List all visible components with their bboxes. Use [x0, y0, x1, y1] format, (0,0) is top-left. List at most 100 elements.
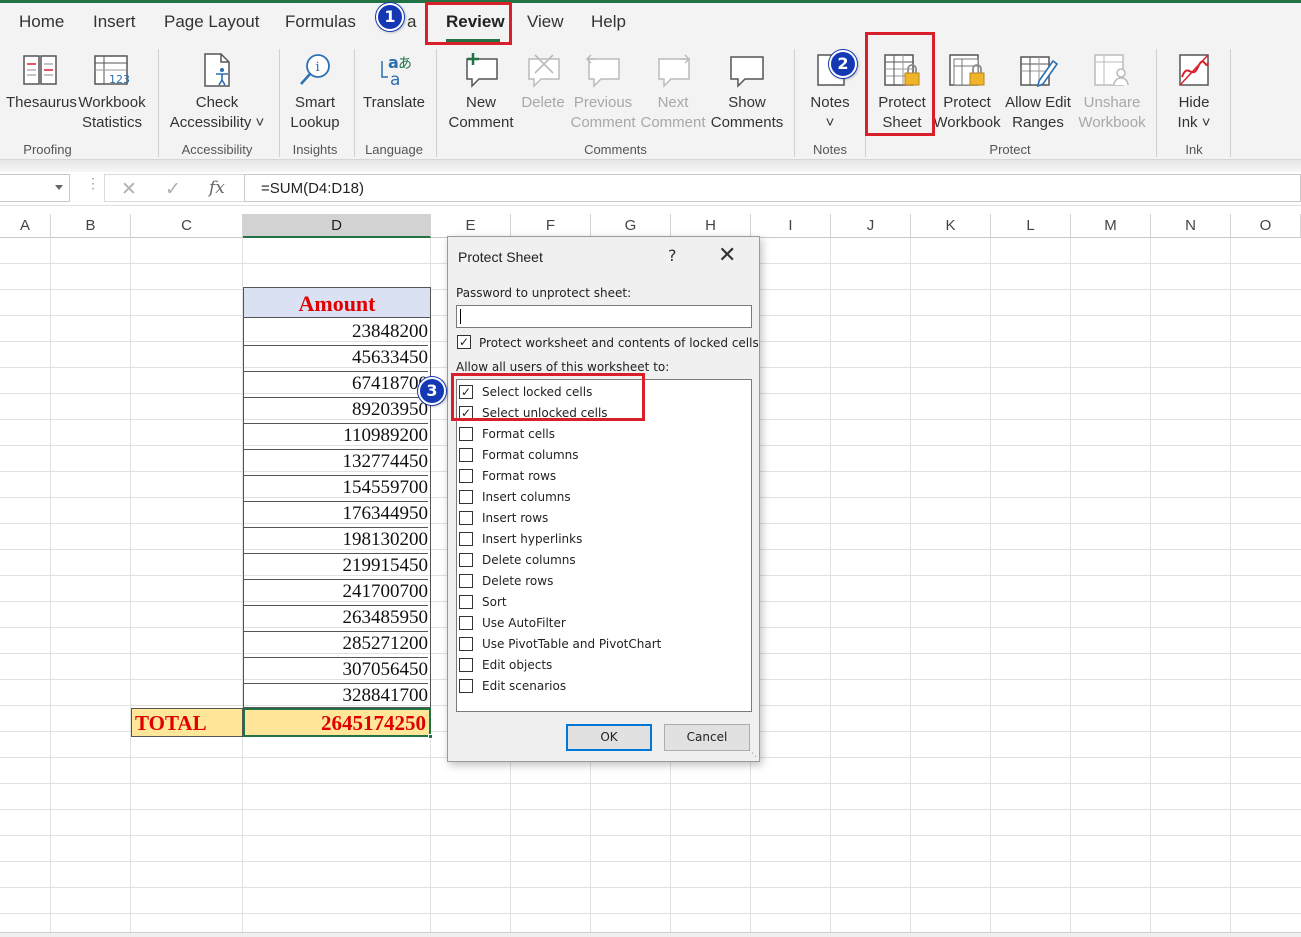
column-header-j[interactable]: J	[831, 214, 911, 238]
column-header-k[interactable]: K	[911, 214, 991, 238]
column-header-e[interactable]: E	[431, 214, 511, 238]
amount-cell[interactable]: 154559700	[243, 476, 428, 502]
next-comment-button[interactable]: Next Comment	[638, 47, 708, 133]
permission-option[interactable]: Sort	[457, 592, 747, 613]
name-box[interactable]	[0, 174, 70, 202]
protect-workbook-button[interactable]: Protect Workbook	[933, 47, 1001, 133]
resize-grip-icon[interactable]: ⋱	[748, 749, 757, 759]
ok-button[interactable]: OK	[566, 724, 652, 751]
permission-option[interactable]: Edit scenarios	[457, 676, 747, 697]
amount-cell[interactable]: 45633450	[243, 346, 428, 372]
name-box-dropdown-icon[interactable]	[55, 185, 63, 190]
amount-cell[interactable]: 176344950	[243, 502, 428, 528]
permission-checkbox[interactable]	[459, 532, 473, 546]
permission-checkbox[interactable]	[459, 658, 473, 672]
permission-option[interactable]: Insert columns	[457, 487, 747, 508]
tab-page-layout[interactable]: Page Layout	[164, 12, 259, 32]
permission-option[interactable]: Delete rows	[457, 571, 747, 592]
tab-formulas[interactable]: Formulas	[285, 12, 356, 32]
permission-checkbox[interactable]	[459, 469, 473, 483]
permission-option[interactable]: Format rows	[457, 466, 747, 487]
unshare-workbook-button[interactable]: Unshare Workbook	[1076, 47, 1148, 133]
permission-checkbox[interactable]	[459, 637, 473, 651]
column-header-a[interactable]: A	[0, 214, 51, 238]
password-field[interactable]	[456, 305, 752, 328]
permission-option[interactable]: Edit objects	[457, 655, 747, 676]
permission-checkbox[interactable]	[459, 616, 473, 630]
hide-ink-button[interactable]: Hide Ink ˅	[1166, 47, 1222, 133]
column-header-h[interactable]: H	[671, 214, 751, 238]
permission-checkbox[interactable]	[459, 574, 473, 588]
amount-cell[interactable]: 263485950	[243, 606, 428, 632]
amount-cell[interactable]: 23848200	[243, 320, 428, 346]
fill-handle[interactable]	[428, 734, 433, 739]
permissions-list[interactable]: ✓ Select locked cells ✓ Select unlocked cel…	[456, 379, 752, 712]
column-header-m[interactable]: M	[1071, 214, 1151, 238]
permission-option[interactable]: Format columns	[457, 445, 747, 466]
column-header-g[interactable]: G	[591, 214, 671, 238]
permission-option[interactable]: Delete columns	[457, 550, 747, 571]
total-label-cell[interactable]: TOTAL	[131, 708, 243, 737]
permission-checkbox[interactable]	[459, 595, 473, 609]
tab-help[interactable]: Help	[591, 12, 626, 32]
help-icon[interactable]: ?	[668, 246, 677, 265]
formula-input[interactable]: =SUM(D4:D18)	[244, 174, 1301, 202]
amount-cell[interactable]: 110989200	[243, 424, 428, 450]
text-caret	[460, 309, 461, 324]
amount-cell[interactable]: 89203950	[243, 398, 428, 424]
cancel-button[interactable]: Cancel	[664, 724, 750, 751]
permission-option[interactable]: Format cells	[457, 424, 747, 445]
permission-option[interactable]: Use AutoFilter	[457, 613, 747, 634]
previous-comment-button[interactable]: Previous Comment	[569, 47, 637, 133]
column-header-n[interactable]: N	[1151, 214, 1231, 238]
formula-bar-grip-icon[interactable]: ⋮	[86, 176, 100, 190]
amount-cell[interactable]: 67418700	[243, 372, 428, 398]
amount-cell[interactable]: 241700700	[243, 580, 428, 606]
column-gridline	[830, 238, 831, 932]
check-accessibility-button[interactable]: Check Accessibility ˅	[168, 47, 266, 133]
permission-option[interactable]: Use PivotTable and PivotChart	[457, 634, 747, 655]
amount-cell[interactable]: 285271200	[243, 632, 428, 658]
amount-cell[interactable]: 132774450	[243, 450, 428, 476]
permission-option[interactable]: Insert rows	[457, 508, 747, 529]
translate-button[interactable]: aあa Translate	[360, 47, 428, 113]
column-header-f[interactable]: F	[511, 214, 591, 238]
column-header-b[interactable]: B	[51, 214, 131, 238]
permission-checkbox[interactable]	[459, 679, 473, 693]
close-icon[interactable]: ✕	[718, 243, 736, 268]
tab-insert[interactable]: Insert	[93, 12, 136, 32]
smart-lookup-button[interactable]: i Smart Lookup	[285, 47, 345, 133]
allow-edit-ranges-button[interactable]: Allow Edit Ranges	[1002, 47, 1074, 133]
column-header-c[interactable]: C	[131, 214, 243, 238]
permission-checkbox[interactable]	[459, 511, 473, 525]
workbook-statistics-button[interactable]: 123 Workbook Statistics	[76, 47, 148, 133]
new-comment-button[interactable]: New Comment	[446, 47, 516, 133]
protect-contents-checkbox[interactable]: ✓	[457, 335, 471, 349]
show-comments-button[interactable]: Show Comments	[709, 47, 785, 133]
tab-data[interactable]: a	[407, 12, 416, 32]
thesaurus-button[interactable]: Thesaurus	[6, 47, 77, 113]
amount-cell[interactable]: 307056450	[243, 658, 428, 684]
amount-cell[interactable]: 198130200	[243, 528, 428, 554]
delete-comment-button[interactable]: Delete	[518, 47, 568, 113]
amount-cell[interactable]: 219915450	[243, 554, 428, 580]
permission-checkbox[interactable]	[459, 553, 473, 567]
column-header-l[interactable]: L	[991, 214, 1071, 238]
total-value-cell[interactable]: 2645174250	[243, 708, 431, 737]
amount-cell[interactable]: 328841700	[243, 684, 428, 710]
column-header-d[interactable]: D	[243, 214, 431, 238]
column-header-o[interactable]: O	[1231, 214, 1301, 238]
cancel-icon[interactable]: ✕	[121, 178, 137, 201]
column-header-i[interactable]: I	[751, 214, 831, 238]
permission-option[interactable]: Insert hyperlinks	[457, 529, 747, 550]
row-gridline	[0, 835, 1301, 836]
permission-checkbox[interactable]	[459, 490, 473, 504]
tab-view[interactable]: View	[527, 12, 564, 32]
permission-label: Delete rows	[482, 574, 554, 588]
permission-checkbox[interactable]	[459, 448, 473, 462]
tab-home[interactable]: Home	[19, 12, 64, 32]
enter-icon[interactable]: ✓	[165, 178, 181, 201]
amount-header-cell[interactable]: Amount	[243, 287, 431, 318]
insert-function-icon[interactable]: fx	[209, 178, 225, 198]
permission-checkbox[interactable]	[459, 427, 473, 441]
